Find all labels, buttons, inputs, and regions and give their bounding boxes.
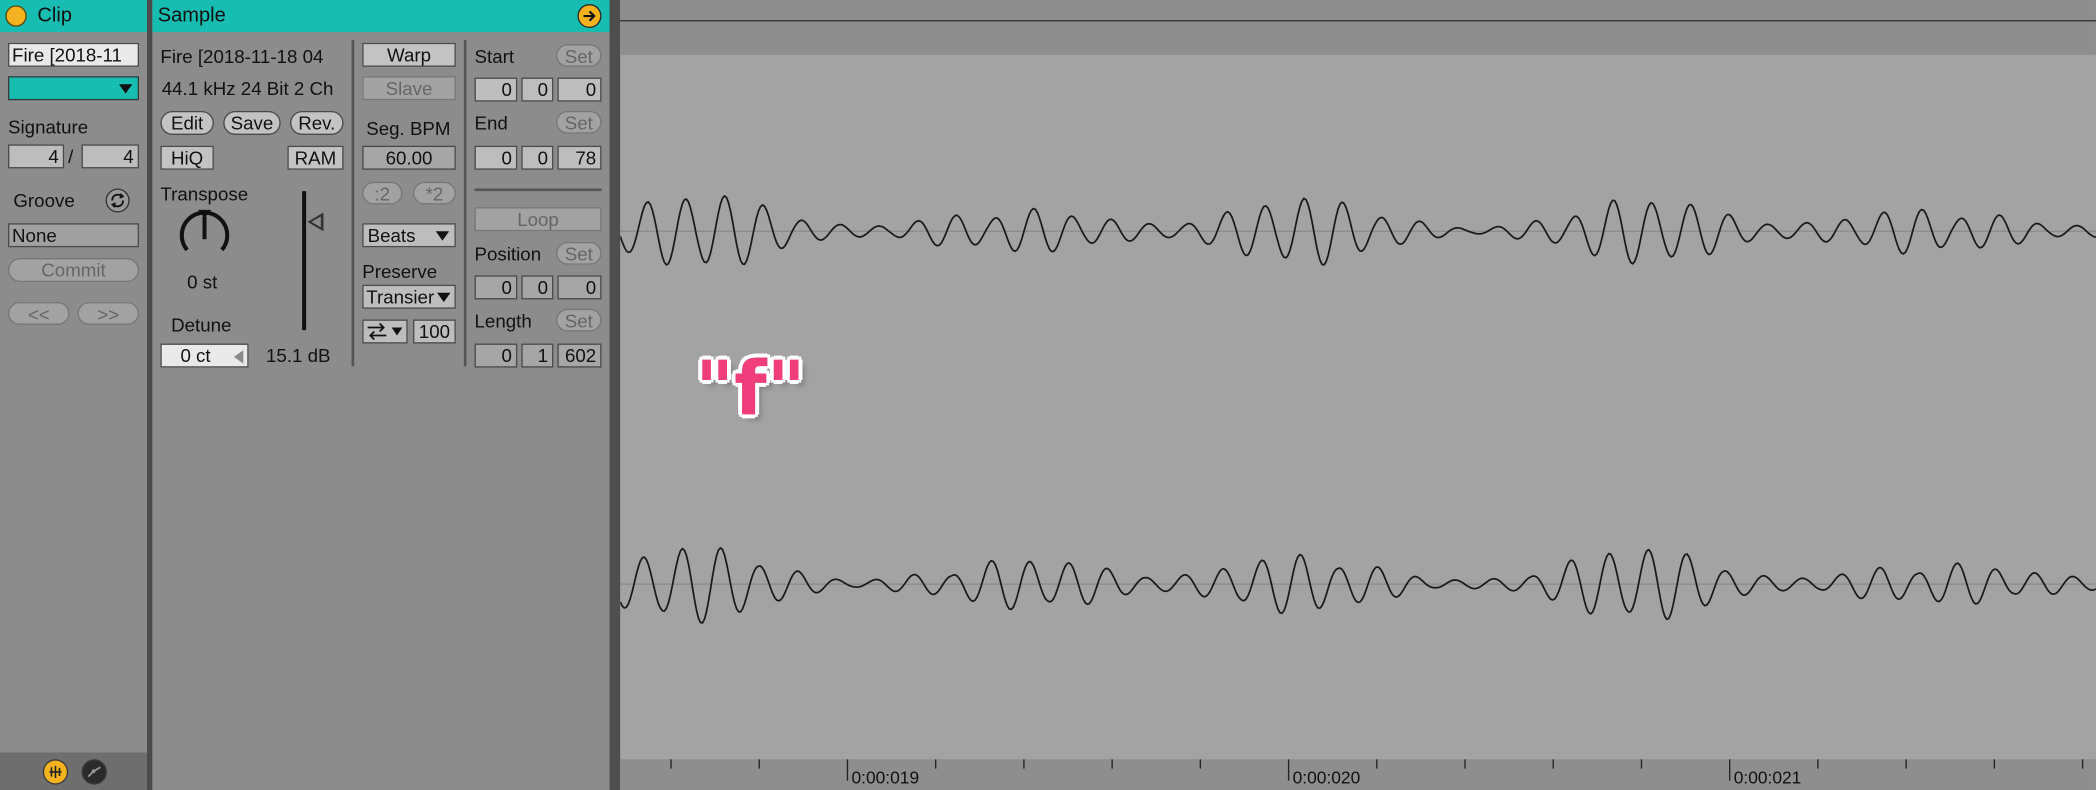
detune-value: 0 ct (180, 344, 211, 367)
position-beat-field[interactable]: 0 (521, 275, 554, 300)
arrow-right-icon[interactable] (577, 4, 602, 29)
clip-bottom-bar (0, 752, 148, 790)
preserve-value: Transier (366, 286, 435, 308)
length-set-button[interactable]: Set (556, 308, 602, 332)
transpose-knob[interactable] (175, 207, 234, 266)
sample-panel: Sample Fire [2018-11-18 04 44.1 kHz 24 B… (152, 0, 610, 790)
end-sixteenth-field[interactable]: 78 (557, 145, 602, 170)
warp-mode-selector[interactable]: Beats (362, 223, 456, 248)
detune-field[interactable]: 0 ct (160, 343, 249, 368)
seg-bpm-label: Seg. BPM (366, 117, 451, 140)
sample-panel-header: Sample (152, 0, 610, 33)
warp-toggle[interactable]: Warp (362, 42, 456, 67)
end-label: End (474, 112, 508, 134)
edit-button[interactable]: Edit (160, 110, 214, 136)
waveform-display[interactable] (620, 55, 2096, 759)
transpose-label: Transpose (160, 183, 249, 205)
loop-mode-icon (367, 322, 387, 341)
slave-toggle[interactable]: Slave (362, 76, 456, 101)
previous-clip-button[interactable]: << (8, 302, 70, 325)
chevron-down-icon (435, 231, 450, 241)
signature-denominator-field[interactable]: 4 (81, 144, 140, 169)
envelope-box-icon[interactable] (81, 759, 107, 785)
groove-hot-swap-icon[interactable] (105, 188, 130, 213)
ram-toggle[interactable]: RAM (287, 145, 344, 170)
clip-activator-button[interactable] (5, 5, 27, 27)
length-label: Length (474, 310, 532, 332)
loop-toggle[interactable]: Loop (474, 207, 602, 232)
save-button[interactable]: Save (223, 110, 281, 136)
sample-file-name[interactable]: Fire [2018-11-18 04 (160, 45, 350, 66)
gain-value: 15.1 dB (266, 344, 331, 367)
clip-name-field[interactable]: Fire [2018-11 (8, 42, 140, 67)
scrub-line (620, 20, 2096, 22)
sample-file-info: 44.1 kHz 24 Bit 2 Ch (161, 77, 334, 99)
loop-mode-selector[interactable] (362, 319, 408, 344)
timeline-label-1: 0:00:019 (851, 767, 920, 788)
clip-color-selector[interactable] (8, 76, 140, 101)
timeline-label-3: 0:00:021 (1733, 767, 1802, 788)
editor-divider (609, 0, 621, 790)
seg-bpm-field[interactable]: 60.00 (362, 145, 456, 170)
warp-mode-value: Beats (367, 224, 416, 246)
sample-panel-title: Sample (157, 4, 226, 27)
column-separator-1 (351, 40, 355, 367)
half-tempo-button[interactable]: :2 (362, 181, 403, 205)
end-beat-field[interactable]: 0 (521, 145, 554, 170)
groove-selector[interactable]: None (8, 223, 140, 248)
signature-slash: / (68, 145, 74, 168)
length-beat-field[interactable]: 1 (521, 343, 554, 368)
double-tempo-button[interactable]: *2 (413, 181, 456, 205)
hiq-toggle[interactable]: HiQ (160, 145, 214, 170)
signature-numerator-field[interactable]: 4 (8, 144, 65, 169)
chevron-down-icon (391, 327, 403, 336)
timeline-label-2: 0:00:020 (1292, 767, 1361, 788)
position-sixteenth-field[interactable]: 0 (557, 275, 602, 300)
gain-slider-track[interactable] (302, 191, 307, 331)
sample-box-icon[interactable] (42, 759, 69, 785)
clip-panel-title: Clip (37, 4, 72, 27)
grain-size-field[interactable]: 100 (413, 319, 456, 344)
gain-slider-handle-inner (311, 216, 321, 228)
end-set-button[interactable]: Set (556, 110, 602, 134)
detune-label: Detune (171, 314, 232, 336)
end-bar-field[interactable]: 0 (474, 145, 518, 170)
chevron-down-icon (118, 84, 133, 94)
start-sixteenth-field[interactable]: 0 (557, 77, 602, 102)
length-sixteenth-field[interactable]: 602 (557, 343, 602, 368)
annotation-sticker: "f" (695, 346, 806, 434)
timeline-ruler[interactable]: 0:00:019 0:00:020 0:00:021 (620, 759, 2096, 790)
sample-editor[interactable]: "f" 0:00:019 0:00:020 0:00:021 (620, 0, 2096, 790)
triangle-left-icon (233, 350, 244, 364)
scrub-area[interactable] (620, 0, 2096, 55)
start-label: Start (474, 45, 515, 67)
next-clip-button[interactable]: >> (77, 302, 140, 325)
left-channel-waveform (620, 194, 2096, 266)
preserve-selector[interactable]: Transier (362, 284, 456, 309)
position-bar-field[interactable]: 0 (474, 275, 518, 300)
signature-label: Signature (8, 116, 89, 138)
transpose-value: 0 st (187, 271, 218, 293)
loop-divider (474, 188, 602, 192)
preserve-label: Preserve (362, 260, 438, 283)
groove-label: Groove (13, 189, 75, 212)
start-beat-field[interactable]: 0 (521, 77, 554, 102)
clip-panel-header: Clip (0, 0, 148, 33)
start-bar-field[interactable]: 0 (474, 77, 518, 102)
length-bar-field[interactable]: 0 (474, 343, 518, 368)
reverse-button[interactable]: Rev. (290, 110, 344, 136)
commit-button[interactable]: Commit (8, 257, 140, 283)
position-set-button[interactable]: Set (556, 241, 602, 265)
clip-view: Clip Fire [2018-11 Signature 4 / 4 Groov… (0, 0, 2096, 790)
chevron-down-icon (437, 292, 451, 303)
start-set-button[interactable]: Set (556, 44, 602, 67)
right-channel-waveform (620, 546, 2096, 624)
position-label: Position (474, 243, 542, 265)
column-separator-2 (463, 40, 467, 367)
clip-panel: Clip Fire [2018-11 Signature 4 / 4 Groov… (0, 0, 148, 790)
